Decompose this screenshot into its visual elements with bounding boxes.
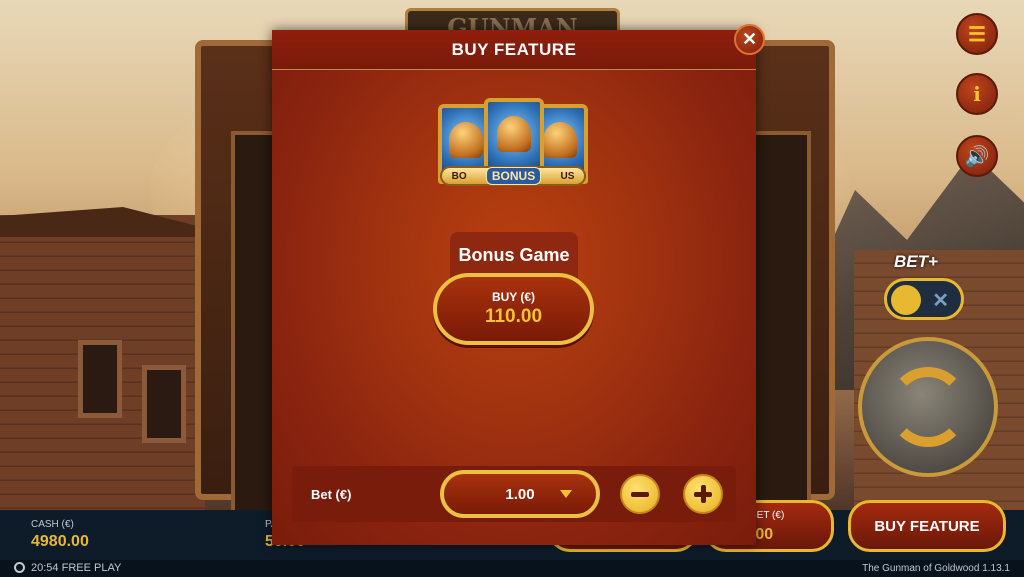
close-button[interactable]: ✕ xyxy=(734,24,765,55)
footer-mode: FREE PLAY xyxy=(61,562,122,574)
option-title: Bonus Game xyxy=(458,244,570,265)
cash-value: 4980.00 xyxy=(31,533,89,550)
modal-header: BUY FEATURE xyxy=(272,30,756,70)
chevron-down-icon xyxy=(560,490,572,498)
building-window xyxy=(142,365,186,443)
banner-text-center: BONUS xyxy=(485,167,542,185)
bet-select-value: 1.00 xyxy=(505,485,535,503)
banner-text-left: BO xyxy=(451,170,467,182)
info-icon: i xyxy=(973,82,981,106)
betplus-toggle[interactable]: ✕ xyxy=(884,278,964,320)
buy-bonus-button[interactable]: BUY (€) 110.00 xyxy=(433,273,594,345)
footer-title: The Gunman of Goldwood xyxy=(862,563,980,574)
spin-arrows-icon xyxy=(888,367,968,447)
bonus-emblem: BO BONUS US xyxy=(434,94,592,200)
menu-icon: ☰ xyxy=(968,23,986,46)
menu-button[interactable]: ☰ xyxy=(956,13,998,55)
speaker-icon: 🔊 xyxy=(964,145,990,168)
footer-version: 1.13.1 xyxy=(982,563,1010,574)
bell-icon xyxy=(497,116,531,152)
buy-feature-button[interactable]: BUY FEATURE xyxy=(848,500,1006,552)
bet-label: Bet (€) xyxy=(311,487,352,502)
spin-button[interactable] xyxy=(858,337,998,477)
cash-label: CASH (€) xyxy=(31,519,74,530)
left-building xyxy=(0,207,205,525)
footer-game-info: The Gunman of Goldwood 1.13.1 xyxy=(862,563,1010,574)
bonus-banner: BO BONUS US xyxy=(440,166,586,186)
bet-select[interactable]: 1.00 xyxy=(440,470,600,518)
footer-status: 20:54 FREE PLAY xyxy=(31,562,121,574)
plus-icon xyxy=(694,485,712,503)
bonus-game-option: Bonus Game xyxy=(450,232,578,278)
bell-icon xyxy=(543,122,577,158)
toggle-knob xyxy=(891,285,921,315)
info-button[interactable]: i xyxy=(956,73,998,115)
building-window xyxy=(78,340,122,418)
betplus-label: BET+ xyxy=(894,252,938,271)
decrease-bet-button[interactable] xyxy=(620,474,660,514)
buy-label: BUY (€) xyxy=(491,290,536,304)
clock-icon xyxy=(14,562,25,573)
close-icon: ✕ xyxy=(741,29,758,49)
bell-icon xyxy=(449,122,483,158)
footer-time: 20:54 xyxy=(31,562,59,574)
banner-text-right: US xyxy=(560,170,575,182)
modal-title: BUY FEATURE xyxy=(451,39,577,59)
increase-bet-button[interactable] xyxy=(683,474,723,514)
sound-button[interactable]: 🔊 xyxy=(956,135,998,177)
minus-icon xyxy=(631,491,649,497)
buy-price: 110.00 xyxy=(484,306,543,327)
close-icon: ✕ xyxy=(932,290,949,312)
